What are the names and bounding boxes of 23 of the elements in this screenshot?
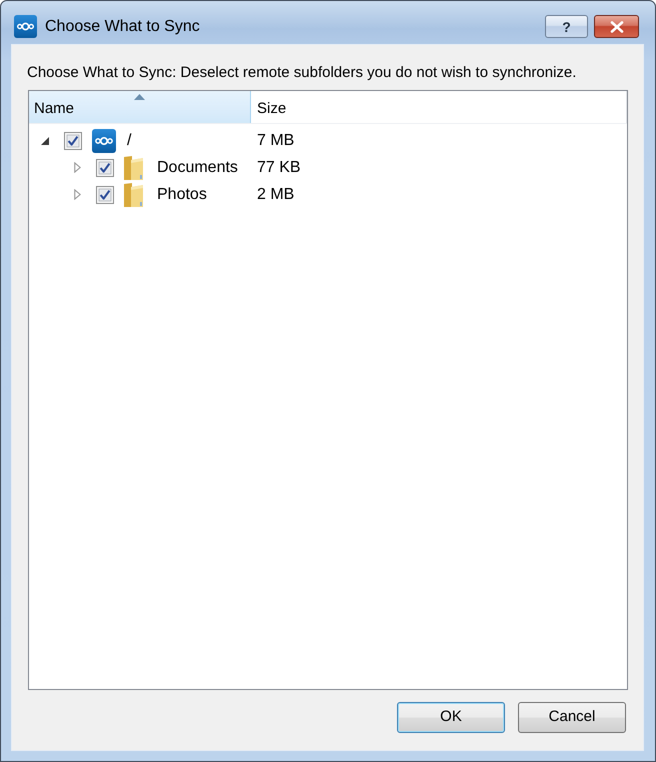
item-size: 2 MB	[256, 184, 294, 204]
caret-icon[interactable]	[41, 136, 49, 144]
sort-arrow-icon	[134, 94, 145, 100]
folder-icon	[124, 156, 144, 180]
dialog-button[interactable]: Cancel	[518, 702, 626, 733]
dialog-button[interactable]: OK	[397, 702, 505, 733]
item-size: 7 MB	[256, 130, 294, 150]
item-name: /	[127, 130, 132, 150]
app-logo-icon	[14, 15, 37, 38]
folder-icon	[124, 182, 144, 206]
close-button[interactable]	[594, 15, 639, 38]
checkbox[interactable]	[64, 132, 82, 150]
column-header[interactable]: Name	[29, 91, 251, 123]
window-title: Choose What to Sync	[45, 17, 200, 37]
item-size: 77 KB	[256, 158, 301, 178]
item-name: Photos	[157, 184, 207, 204]
checkbox[interactable]	[96, 186, 114, 204]
checkbox[interactable]	[96, 158, 114, 176]
app-logo-icon	[92, 128, 116, 152]
instruction-text: Choose What to Sync: Deselect remote subfolders you do not wish to synchronize.	[27, 63, 578, 83]
help-button[interactable]: ?	[545, 15, 588, 38]
close-icon	[608, 20, 624, 32]
item-name: Documents	[157, 158, 238, 178]
